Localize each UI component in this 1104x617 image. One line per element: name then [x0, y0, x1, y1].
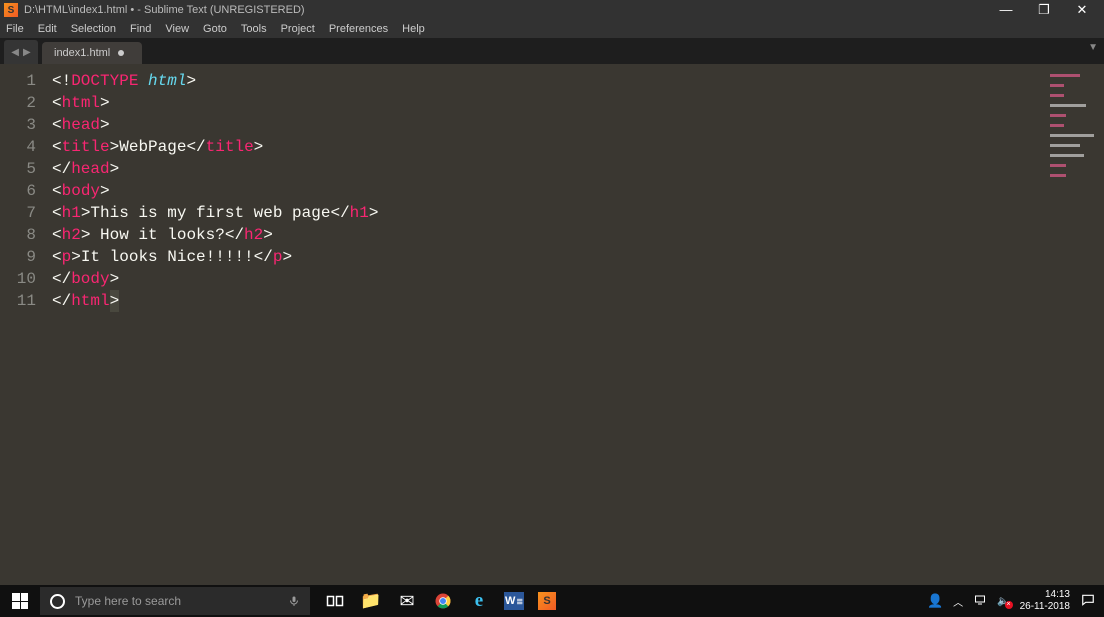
action-center-icon[interactable] — [1080, 593, 1096, 610]
tab-history-buttons[interactable]: ◀ ▶ — [4, 40, 38, 64]
window-controls: — ❐ ✕ — [996, 2, 1100, 18]
menu-tools[interactable]: Tools — [241, 23, 267, 35]
line-number: 10 — [0, 268, 36, 290]
cortana-icon — [50, 594, 65, 609]
code-content[interactable]: <!DOCTYPE html><html><head><title>WebPag… — [48, 64, 1040, 599]
line-number: 1 — [0, 70, 36, 92]
dirty-indicator-icon — [118, 50, 124, 56]
windows-taskbar: Type here to search 📁 ✉ e W≣ S 👤 ︿ 🔈× 14… — [0, 585, 1104, 617]
tab-bar: ◀ ▶ index1.html ▼ — [0, 38, 1104, 64]
chrome-icon[interactable] — [432, 590, 454, 612]
line-number-gutter: 1234567891011 — [0, 64, 48, 599]
tab-label: index1.html — [54, 47, 110, 59]
mic-icon[interactable] — [288, 594, 300, 608]
menu-goto[interactable]: Goto — [203, 23, 227, 35]
volume-icon[interactable]: 🔈× — [997, 596, 1009, 607]
start-button[interactable] — [0, 585, 40, 617]
task-view-icon[interactable] — [324, 590, 346, 612]
tray-chevron-icon[interactable]: ︿ — [953, 594, 963, 609]
line-number: 9 — [0, 246, 36, 268]
word-icon[interactable]: W≣ — [504, 592, 524, 610]
file-explorer-icon[interactable]: 📁 — [360, 590, 382, 612]
title-app: - Sublime Text (UNREGISTERED) — [137, 4, 304, 16]
line-number: 2 — [0, 92, 36, 114]
menu-edit[interactable]: Edit — [38, 23, 57, 35]
maximize-button[interactable]: ❐ — [1034, 2, 1054, 18]
line-number: 4 — [0, 136, 36, 158]
app-icon: S — [4, 3, 18, 17]
line-number: 5 — [0, 158, 36, 180]
windows-logo-icon — [12, 593, 28, 609]
line-number: 7 — [0, 202, 36, 224]
menu-help[interactable]: Help — [402, 23, 425, 35]
clock-date: 26-11-2018 — [1020, 601, 1070, 613]
taskbar-search[interactable]: Type here to search — [40, 587, 310, 615]
minimap[interactable] — [1040, 64, 1104, 599]
taskbar-clock[interactable]: 14:13 26-11-2018 — [1020, 589, 1070, 613]
menu-bar: File Edit Selection Find View Goto Tools Projec… — [0, 20, 1104, 38]
line-number: 6 — [0, 180, 36, 202]
close-button[interactable]: ✕ — [1072, 2, 1092, 18]
minimap-preview — [1050, 68, 1100, 108]
mail-icon[interactable]: ✉ — [396, 590, 418, 612]
title-path: D:\HTML\index1.html • — [24, 4, 134, 16]
menu-selection[interactable]: Selection — [71, 23, 116, 35]
edge-icon[interactable]: e — [468, 590, 490, 612]
clock-time: 14:13 — [1020, 589, 1070, 601]
menu-view[interactable]: View — [165, 23, 189, 35]
editor-area[interactable]: 1234567891011 <!DOCTYPE html><html><head… — [0, 64, 1104, 599]
task-icons: 📁 ✉ e W≣ S — [324, 590, 556, 612]
title-bar: S D:\HTML\index1.html • - Sublime Text (… — [0, 0, 1104, 20]
menu-find[interactable]: Find — [130, 23, 151, 35]
line-number: 11 — [0, 290, 36, 312]
back-icon: ◀ — [11, 47, 19, 58]
tab-dropdown-icon[interactable]: ▼ — [1088, 42, 1098, 53]
network-icon[interactable] — [973, 594, 987, 609]
people-icon[interactable]: 👤 — [927, 593, 943, 609]
app-window: S D:\HTML\index1.html • - Sublime Text (… — [0, 0, 1104, 617]
menu-file[interactable]: File — [6, 23, 24, 35]
line-number: 3 — [0, 114, 36, 136]
menu-project[interactable]: Project — [281, 23, 315, 35]
system-tray: 👤 ︿ 🔈× 14:13 26-11-2018 — [927, 589, 1104, 613]
sublime-icon[interactable]: S — [538, 592, 556, 610]
forward-icon: ▶ — [23, 47, 31, 58]
search-placeholder: Type here to search — [75, 594, 181, 608]
menu-preferences[interactable]: Preferences — [329, 23, 388, 35]
tab-index1[interactable]: index1.html — [42, 42, 142, 64]
minimize-button[interactable]: — — [996, 2, 1016, 18]
line-number: 8 — [0, 224, 36, 246]
